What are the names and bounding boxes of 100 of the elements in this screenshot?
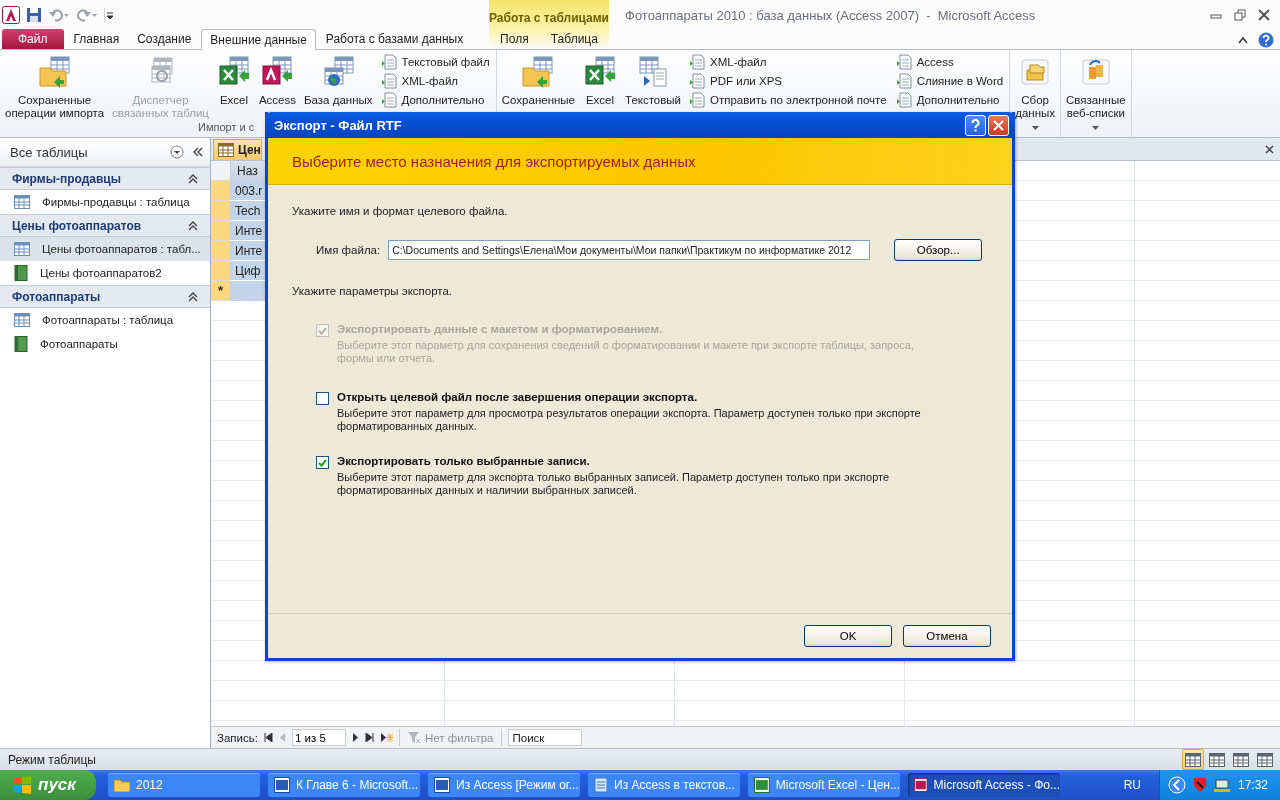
collapse-ribbon-icon[interactable]	[1238, 35, 1248, 44]
save-icon[interactable]	[26, 7, 42, 23]
ribbon-tab[interactable]: Создание	[129, 29, 200, 49]
taskbar-item[interactable]: Из Access в текстов...	[588, 773, 740, 797]
network-icon[interactable]	[1213, 777, 1232, 793]
file-name-field[interactable]: C:\Documents and Settings\Елена\Мои документы\Мои папки\Практикум по информатике 2012	[388, 240, 871, 260]
checkbox[interactable]	[316, 456, 329, 469]
taskbar-item[interactable]: Из Access [Режим ог...	[428, 773, 580, 797]
document-icon	[381, 72, 398, 89]
ribbon-tab[interactable]: Таблица	[542, 29, 606, 49]
ribbon-button[interactable]: Дополнительно	[381, 91, 490, 108]
cancel-button[interactable]: Отмена	[903, 625, 991, 647]
ribbon-button[interactable]: Текстовый	[622, 52, 685, 107]
document-icon	[381, 53, 398, 70]
ribbon-button[interactable]: Excel	[213, 52, 254, 107]
restore-icon[interactable]	[1234, 9, 1246, 21]
collapse-icon[interactable]	[192, 147, 204, 157]
last-record-icon[interactable]	[364, 733, 374, 742]
chevron-up-icon[interactable]	[188, 173, 198, 184]
funnel-icon	[407, 731, 421, 744]
table-icon	[14, 195, 30, 209]
taskbar-item[interactable]: К Главе 6 - Microsoft...	[268, 773, 420, 797]
ribbon-button[interactable]: XML-файл	[690, 53, 887, 70]
close-icon[interactable]	[1258, 9, 1270, 21]
record-number-field[interactable]: 1 из 5	[291, 729, 346, 746]
help-button[interactable]	[965, 114, 986, 136]
shield-icon[interactable]	[1191, 777, 1208, 793]
context-group-label: Работа с таблицами	[489, 0, 609, 30]
instruction-text: Укажите параметры экспорта.	[292, 285, 454, 297]
new-row-marker: *	[211, 281, 231, 301]
ribbon-tab[interactable]: Внешние данные	[201, 29, 316, 50]
ribbon-button[interactable]: Слияние в Word	[896, 72, 1004, 89]
option-label: Экспортировать только выбранные записи.	[337, 455, 591, 467]
view-icon	[1209, 752, 1225, 767]
dialog-heading: Выберите место назначения для экспортируемых данных	[292, 152, 696, 170]
close-icon[interactable]	[1265, 144, 1274, 154]
checkbox[interactable]	[316, 392, 329, 405]
dropdown-icon[interactable]	[170, 145, 184, 159]
chevron-left-icon[interactable]	[1167, 776, 1186, 794]
database-icon	[260, 56, 295, 88]
document-icon	[690, 53, 707, 70]
ribbon-tab[interactable]: Поля	[492, 29, 537, 49]
option-description: Выберите этот параметр для экспорта только выбранных записей. Параметр доступен только при экспорте форматированных данных и наличии выбранных записей.	[337, 471, 891, 497]
record-label: Запись:	[217, 731, 258, 744]
view-button[interactable]	[1182, 749, 1204, 770]
new-record-icon[interactable]	[379, 733, 393, 742]
book-icon	[14, 336, 28, 352]
clock: 17:32	[1237, 778, 1268, 792]
notepad-icon	[594, 777, 608, 793]
close-icon	[993, 119, 1004, 131]
option-label: Экспортировать данные с макетом и форматированием.	[337, 323, 664, 335]
ribbon-button[interactable]: База данных	[301, 52, 376, 107]
taskbar-item[interactable]: Microsoft Excel - Цен...	[748, 773, 900, 797]
document-icon	[690, 91, 707, 108]
ribbon-button[interactable]: Сбор данных	[1012, 52, 1059, 130]
ribbon-button[interactable]: Excel	[580, 52, 620, 107]
ribbon-button[interactable]: Отправить по электронной почте	[690, 91, 887, 108]
chevron-up-icon[interactable]	[188, 291, 198, 302]
close-button[interactable]	[988, 114, 1009, 136]
spreadsheet-icon	[754, 777, 770, 793]
ribbon-button[interactable]: Дополнительно	[896, 91, 1004, 108]
ribbon-tab[interactable]: Главная	[65, 29, 128, 49]
folder-table-icon	[521, 56, 556, 88]
app-icon[interactable]	[2, 6, 20, 24]
ribbon-button[interactable]: Сохраненные	[498, 52, 578, 107]
help-icon[interactable]	[1258, 31, 1274, 48]
table-icon	[218, 143, 234, 157]
table-icon	[14, 242, 30, 256]
caret-icon	[1031, 126, 1039, 130]
ribbon-tab[interactable]: Работа с базами данных	[317, 29, 472, 49]
next-record-icon[interactable]	[351, 733, 359, 742]
browse-button[interactable]: Обзор...	[894, 239, 983, 261]
dialog-title: Экспорт - Файл RTF	[274, 117, 402, 133]
document-icon	[690, 72, 707, 89]
taskbar-item[interactable]: 2012	[108, 773, 260, 797]
nav-group-title: Фирмы-продавцы	[12, 171, 121, 186]
document-icon	[896, 91, 913, 108]
redo-icon[interactable]	[76, 7, 98, 23]
nav-item[interactable]: Цены фотоаппаратов : табл...	[0, 237, 210, 261]
ribbon-button[interactable]: Access	[255, 52, 300, 107]
ribbon-button[interactable]: XML-файл	[381, 72, 490, 89]
table-document-icon	[636, 56, 670, 88]
ribbon-button[interactable]: Связанные веб-списки	[1063, 52, 1129, 130]
document-tab[interactable]: Цен	[213, 139, 262, 160]
option-description: Выберите этот параметр для сохранения сведений о форматировании и макете при экспорте таблицы, запроса, формы или отчета.	[337, 339, 915, 365]
ribbon-button[interactable]: Access	[896, 53, 1004, 70]
document-icon	[434, 777, 450, 793]
first-record-icon[interactable]	[263, 733, 273, 742]
ribbon-button[interactable]: Сохраненные операции импорта	[2, 52, 108, 120]
chevron-up-icon[interactable]	[188, 220, 198, 231]
ribbon-button[interactable]: Текстовый файл	[381, 53, 490, 70]
ribbon-button[interactable]: PDF или XPS	[690, 72, 887, 89]
taskbar-item[interactable]: Microsoft Access - Фо...	[908, 773, 1060, 797]
ribbon-tab[interactable]: Файл	[2, 29, 64, 49]
ok-button[interactable]: OK	[804, 625, 892, 647]
undo-icon[interactable]	[48, 7, 70, 23]
language-indicator[interactable]: RU	[1113, 778, 1159, 792]
search-field[interactable]: Поиск	[508, 729, 583, 746]
customize-icon[interactable]	[104, 7, 114, 23]
spreadsheet-icon	[216, 56, 251, 88]
